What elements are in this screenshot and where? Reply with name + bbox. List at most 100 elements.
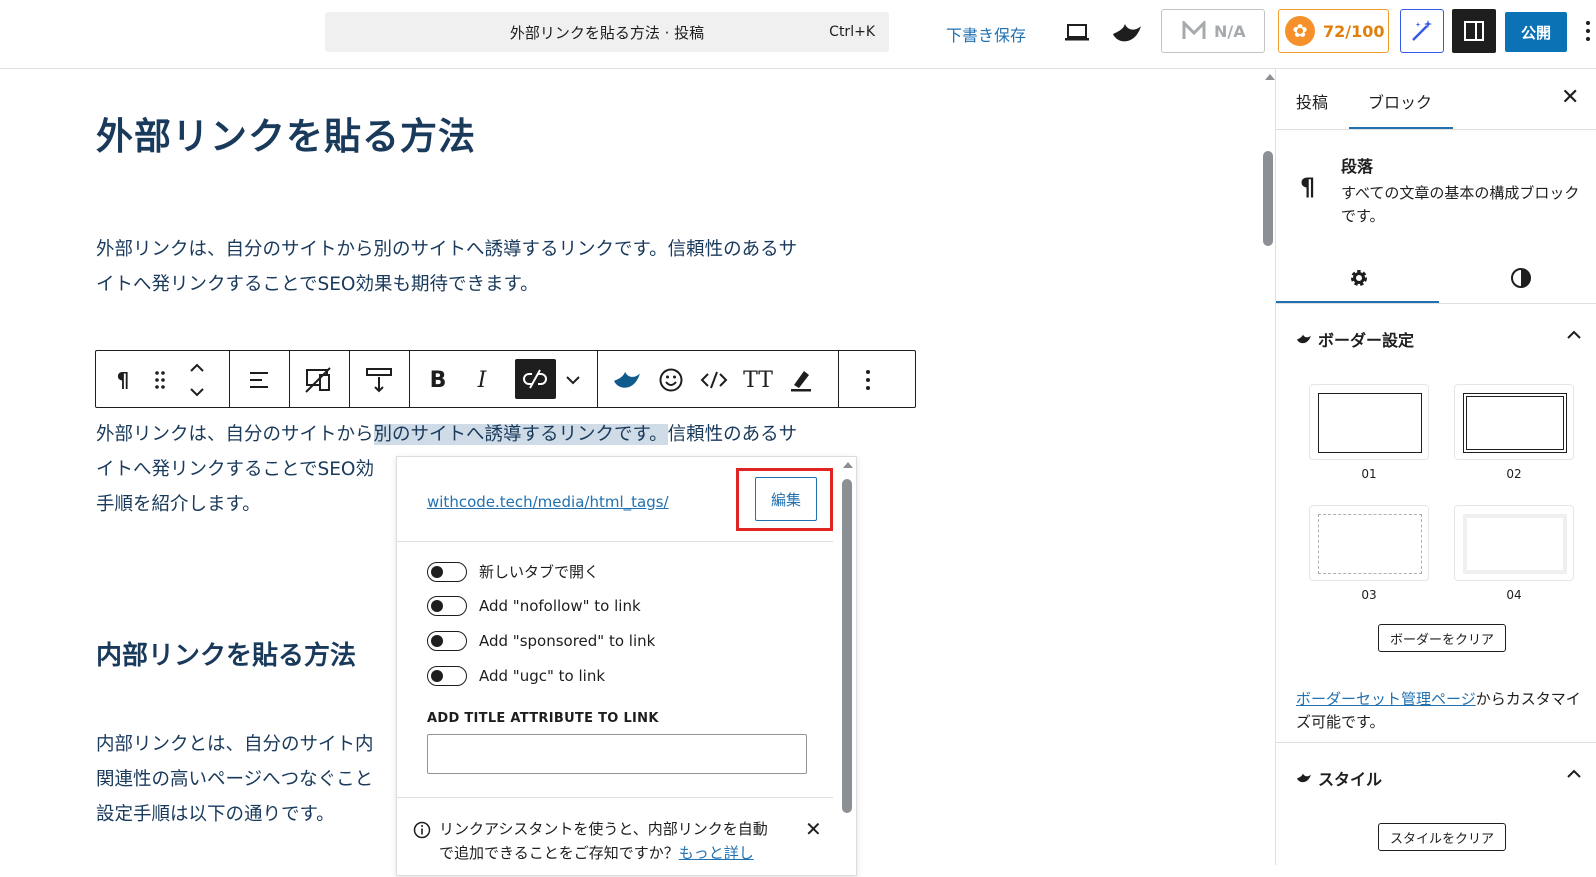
seo-score-label: 72/100 bbox=[1323, 21, 1385, 41]
clear-border-button[interactable]: ボーダーをクリア bbox=[1378, 624, 1506, 652]
link-button[interactable] bbox=[515, 359, 556, 399]
close-icon[interactable]: ✕ bbox=[1561, 85, 1579, 110]
block-name: 段落 bbox=[1341, 157, 1374, 176]
close-icon[interactable]: ✕ bbox=[805, 817, 822, 841]
post-title[interactable]: 外部リンクを貼る方法 bbox=[96, 106, 476, 160]
highlighter-icon[interactable] bbox=[786, 365, 816, 395]
paragraph-block-icon: ¶ bbox=[1300, 173, 1316, 201]
block-toolbar: ¶ B I TT bbox=[95, 350, 916, 408]
spacing-icon[interactable] bbox=[362, 365, 396, 395]
nofollow-toggle[interactable]: Add "nofollow" to link bbox=[427, 596, 641, 616]
toggle-switch[interactable] bbox=[427, 596, 467, 616]
command-shortcut: Ctrl+K bbox=[829, 24, 875, 40]
link-assistant-notice: リンクアシスタントを使うと、内部リンクを自動 で追加できることをご存知ですか？も… bbox=[413, 817, 813, 865]
ai-wand-icon bbox=[1412, 20, 1432, 41]
border-manage-link[interactable]: ボーダーセット管理ページ bbox=[1296, 690, 1476, 708]
option-label: Add "nofollow" to link bbox=[479, 597, 641, 615]
laptop-icon[interactable] bbox=[1062, 20, 1092, 46]
link-icon bbox=[523, 369, 547, 389]
title-attribute-input[interactable] bbox=[427, 734, 807, 774]
learn-more-link[interactable]: もっと詳し bbox=[679, 844, 754, 862]
styles-contrast-icon[interactable] bbox=[1506, 263, 1536, 293]
border-preset-01[interactable] bbox=[1309, 384, 1429, 460]
style-section[interactable]: スタイル bbox=[1296, 766, 1382, 790]
sidebar-toggle-button[interactable] bbox=[1452, 9, 1496, 53]
paragraph-1-line2: イトへ発リンクすることでSEO効果も期待できます。 bbox=[96, 274, 539, 295]
command-title: 外部リンクを貼る方法 · 投稿 bbox=[509, 24, 705, 42]
title-attribute-label: ADD TITLE ATTRIBUTE TO LINK bbox=[427, 711, 659, 726]
border-settings-title: ボーダー設定 bbox=[1318, 331, 1415, 350]
border-caption-02: 02 bbox=[1506, 467, 1522, 481]
score-coin-icon: ✿ bbox=[1285, 16, 1315, 46]
open-new-tab-toggle[interactable]: 新しいタブで開く bbox=[427, 561, 599, 582]
clear-style-button[interactable]: スタイルをクリア bbox=[1378, 823, 1506, 851]
device-visibility-icon[interactable] bbox=[302, 365, 336, 395]
toggle-switch[interactable] bbox=[427, 666, 467, 686]
paragraph-icon[interactable]: ¶ bbox=[110, 365, 136, 395]
paragraph-2-text-b: 信頼性のあるサ bbox=[667, 424, 798, 445]
chevron-up-icon[interactable] bbox=[1566, 325, 1582, 344]
border-preset-03[interactable] bbox=[1309, 505, 1429, 581]
border-caption-04: 04 bbox=[1506, 588, 1522, 602]
swell-icon bbox=[1297, 773, 1311, 783]
option-label: Add "ugc" to link bbox=[479, 667, 606, 685]
seo-na-button[interactable]: N/A bbox=[1161, 9, 1265, 53]
border-caption-01: 01 bbox=[1361, 467, 1377, 481]
swell-format-icon[interactable] bbox=[610, 365, 644, 395]
border-preset-02[interactable] bbox=[1454, 384, 1574, 460]
info-icon bbox=[413, 821, 431, 839]
border-preset-04[interactable] bbox=[1454, 505, 1574, 581]
notice-line2: で追加できることをご存知ですか？ bbox=[439, 844, 679, 862]
gear-icon[interactable] bbox=[1344, 263, 1374, 293]
more-vertical-icon[interactable] bbox=[1585, 20, 1591, 46]
move-up-down-icon[interactable] bbox=[184, 359, 210, 401]
command-palette-button[interactable]: 外部リンクを貼る方法 · 投稿 Ctrl+K bbox=[325, 12, 889, 52]
italic-icon[interactable]: I bbox=[470, 365, 494, 395]
paragraph-2-text-a: 外部リンクは、自分のサイトから bbox=[96, 424, 374, 445]
seo-na-label: N/A bbox=[1214, 21, 1246, 41]
tab-block[interactable]: ブロック bbox=[1368, 89, 1432, 113]
block-options-icon[interactable] bbox=[856, 365, 880, 395]
link-popover: withcode.tech/media/html_tags/ 編集 新しいタブで… bbox=[396, 456, 857, 876]
paragraph-1[interactable]: 外部リンクは、自分のサイトから別のサイトへ誘導するリンクです。信頼性のあるサ イ… bbox=[96, 232, 856, 302]
heading-internal-link[interactable]: 内部リンクを貼る方法 bbox=[96, 635, 356, 672]
code-icon[interactable] bbox=[698, 365, 730, 395]
sidebar-toggle-icon bbox=[1464, 21, 1484, 41]
ugc-toggle[interactable]: Add "ugc" to link bbox=[427, 666, 605, 686]
edit-link-button[interactable]: 編集 bbox=[755, 477, 817, 521]
selected-link-text[interactable]: 別のサイトへ誘導するリンクです。 bbox=[373, 424, 668, 445]
notice-line1: リンクアシスタントを使うと、内部リンクを自動 bbox=[439, 820, 768, 838]
paragraph-2-line1: 外部リンクは、自分のサイトから別のサイトへ誘導するリンクです。信頼性のあるサ bbox=[96, 417, 856, 452]
chevron-up-icon[interactable] bbox=[1566, 764, 1582, 783]
settings-sidebar: 投稿 ブロック ✕ ¶ 段落 すべての文章の基本の構成ブロックです。 ボーダー設… bbox=[1275, 69, 1596, 865]
publish-button[interactable]: 公開 bbox=[1505, 12, 1567, 52]
chevron-down-icon[interactable] bbox=[560, 365, 586, 395]
tab-post[interactable]: 投稿 bbox=[1296, 89, 1328, 113]
seo-score-button[interactable]: ✿ 72/100 bbox=[1278, 9, 1389, 53]
seo-m-icon bbox=[1182, 21, 1206, 39]
emoji-icon[interactable] bbox=[656, 365, 686, 395]
option-label: 新しいタブで開く bbox=[479, 563, 600, 581]
drag-handle-icon[interactable] bbox=[148, 365, 172, 395]
toggle-switch[interactable] bbox=[427, 561, 467, 582]
toggle-switch[interactable] bbox=[427, 631, 467, 651]
border-manage-note: ボーダーセット管理ページからカスタマイズ可能です。 bbox=[1296, 688, 1586, 734]
option-label: Add "sponsored" to link bbox=[479, 632, 656, 650]
border-settings-section[interactable]: ボーダー設定 bbox=[1296, 327, 1414, 351]
swell-icon bbox=[1297, 334, 1311, 344]
style-section-title: スタイル bbox=[1318, 770, 1383, 789]
paragraph-1-line1: 外部リンクは、自分のサイトから別のサイトへ誘導するリンクです。信頼性のあるサ bbox=[96, 239, 798, 260]
sponsored-toggle[interactable]: Add "sponsored" to link bbox=[427, 631, 655, 651]
editor-scroll-thumb[interactable] bbox=[1263, 151, 1273, 246]
align-left-icon[interactable] bbox=[244, 365, 274, 395]
bold-icon[interactable]: B bbox=[424, 365, 452, 395]
ai-wand-button[interactable] bbox=[1400, 9, 1444, 53]
block-description: すべての文章の基本の構成ブロックです。 bbox=[1341, 184, 1580, 225]
save-draft-button[interactable]: 下書き保存 bbox=[946, 22, 1026, 46]
font-size-icon[interactable]: TT bbox=[742, 365, 774, 395]
link-url[interactable]: withcode.tech/media/html_tags/ bbox=[427, 493, 669, 511]
border-caption-03: 03 bbox=[1361, 588, 1377, 602]
popover-scroll-thumb[interactable] bbox=[842, 479, 852, 813]
editor-top-bar: 外部リンクを貼る方法 · 投稿 Ctrl+K 下書き保存 N/A ✿ 72/10… bbox=[0, 0, 1596, 69]
swell-icon[interactable] bbox=[1110, 18, 1144, 48]
